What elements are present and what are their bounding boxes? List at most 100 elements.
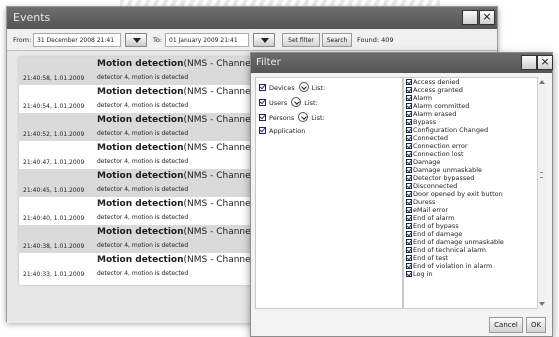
- event-description: detector 4, motion is detected: [97, 130, 189, 137]
- alarm-checkbox[interactable]: [406, 135, 412, 141]
- scroll-up-icon[interactable]: [539, 79, 545, 85]
- category-users[interactable]: Users List:: [259, 97, 318, 109]
- alarm-label: Configuration Changed: [413, 126, 489, 134]
- alarm-checkbox[interactable]: [406, 247, 412, 253]
- alarm-checkbox[interactable]: [406, 143, 412, 149]
- event-title: Motion detection: [97, 143, 184, 153]
- cancel-button[interactable]: Cancel: [489, 317, 523, 333]
- alarm-checkbox[interactable]: [406, 151, 412, 157]
- ok-button[interactable]: OK: [526, 317, 546, 333]
- application-checkbox[interactable]: [259, 127, 266, 134]
- category-persons[interactable]: Persons List:: [259, 112, 325, 124]
- category-devices[interactable]: Devices List:: [259, 82, 325, 94]
- alarm-label: eMail error: [413, 206, 449, 214]
- alarm-checkbox[interactable]: [406, 199, 412, 205]
- alarm-checkbox[interactable]: [406, 223, 412, 229]
- list-label: List:: [304, 99, 318, 107]
- event-row[interactable]: Motion detection(NMS - Channel 2) 21:40:…: [19, 113, 265, 141]
- alarm-checkbox[interactable]: [406, 103, 412, 109]
- event-row[interactable]: Motion detection(NMS - Channel 2) 21:40:…: [19, 169, 265, 197]
- alarm-label: Detector bypassed: [413, 174, 475, 182]
- from-dropdown-button[interactable]: [125, 33, 147, 47]
- events-list: Motion detection(NMS - Channel 2) 21:40:…: [19, 57, 265, 285]
- to-date-field[interactable]: 01 January 2009 21:41: [165, 33, 249, 47]
- events-title-bar: Events ×: [7, 7, 497, 29]
- to-label: To:: [153, 36, 163, 44]
- set-filter-button[interactable]: Set filter: [282, 33, 320, 47]
- alarm-checkbox[interactable]: [406, 183, 412, 189]
- event-time: 21:40:47, 1.01.2009: [23, 159, 85, 166]
- alarm-label: Access granted: [413, 86, 463, 94]
- event-row[interactable]: Motion detection(NMS - Channel 1) 21:40:…: [19, 197, 265, 225]
- alarm-checkbox[interactable]: [406, 271, 412, 277]
- devices-checkbox[interactable]: [259, 84, 266, 91]
- to-dropdown-button[interactable]: [253, 33, 275, 47]
- chevron-down-icon[interactable]: [291, 97, 302, 107]
- alarm-checkbox[interactable]: [406, 111, 412, 117]
- filter-close-button[interactable]: ×: [537, 55, 553, 70]
- alarm-checkbox[interactable]: [406, 215, 412, 221]
- alarm-label: Alarm committed: [413, 102, 470, 110]
- alarm-label: Damage unmaskable: [413, 166, 482, 174]
- alarm-label: Connected: [413, 134, 449, 142]
- event-row[interactable]: Motion detection(NMS - Channel 2) 21:40:…: [19, 225, 265, 253]
- search-button[interactable]: Search: [322, 33, 352, 47]
- close-button[interactable]: ×: [479, 10, 495, 25]
- alarm-item[interactable]: Log in: [406, 271, 433, 279]
- event-title: Motion detection: [97, 255, 184, 265]
- alarm-checkbox[interactable]: [406, 255, 412, 261]
- alarm-checkbox[interactable]: [406, 87, 412, 93]
- filter-minimize-button[interactable]: [521, 55, 537, 70]
- alarm-label: Access denied: [413, 78, 460, 86]
- alarm-checkbox[interactable]: [406, 191, 412, 197]
- alarm-label: Damage: [413, 158, 441, 166]
- event-row[interactable]: Motion detection(NMS - Channel 1) 21:40:…: [19, 85, 265, 113]
- alarm-type-list: Access denied Access granted Alarm Alarm…: [403, 77, 545, 309]
- alarm-label: End of test: [413, 254, 449, 262]
- list-label: List:: [311, 84, 326, 92]
- alarm-list-scrollbar[interactable]: [537, 77, 545, 309]
- from-date-field[interactable]: 31 December 2008 21:41: [33, 33, 121, 47]
- alarm-label: End of bypass: [413, 222, 459, 230]
- event-row[interactable]: Motion detection(NMS - Channel 2) 21:40:…: [19, 57, 265, 85]
- alarm-checkbox[interactable]: [406, 95, 412, 101]
- found-count: Found: 409: [357, 36, 394, 44]
- alarm-label: End of technical alarm: [413, 246, 487, 254]
- alarm-checkbox[interactable]: [406, 175, 412, 181]
- chevron-down-icon[interactable]: [298, 112, 309, 122]
- event-description: detector 4, motion is detected: [97, 214, 189, 221]
- chevron-down-icon[interactable]: [298, 82, 309, 92]
- category-panel: Devices List: Users List: Persons List: App…: [255, 77, 403, 309]
- scroll-down-icon[interactable]: [539, 301, 545, 307]
- event-description: detector 4, motion is detected: [97, 102, 189, 109]
- event-time: 21:40:38, 1.01.2009: [23, 243, 85, 250]
- minimize-button[interactable]: [462, 10, 478, 25]
- filter-title-bar: Filter ×: [251, 53, 553, 73]
- alarm-checkbox[interactable]: [406, 263, 412, 269]
- alarm-checkbox[interactable]: [406, 127, 412, 133]
- scroll-thumb[interactable]: [540, 172, 543, 178]
- event-description: detector 4, motion is detected: [97, 270, 189, 277]
- category-application[interactable]: Application: [259, 127, 305, 139]
- filter-title: Filter: [256, 57, 281, 68]
- category-label: Application: [269, 127, 306, 135]
- alarm-checkbox[interactable]: [406, 79, 412, 85]
- event-title: Motion detection: [97, 227, 184, 237]
- persons-checkbox[interactable]: [259, 114, 266, 121]
- alarm-label: Duress: [413, 198, 436, 206]
- alarm-checkbox[interactable]: [406, 231, 412, 237]
- users-checkbox[interactable]: [259, 99, 266, 106]
- alarm-checkbox[interactable]: [406, 167, 412, 173]
- alarm-checkbox[interactable]: [406, 119, 412, 125]
- alarm-checkbox[interactable]: [406, 159, 412, 165]
- alarm-checkbox[interactable]: [406, 239, 412, 245]
- event-time: 21:40:58, 1.01.2009: [23, 75, 85, 82]
- event-title: Motion detection: [97, 87, 184, 97]
- event-title: Motion detection: [97, 199, 184, 209]
- alarm-checkbox[interactable]: [406, 207, 412, 213]
- event-time: 21:40:33, 1.01.2009: [23, 271, 85, 278]
- event-row[interactable]: Motion detection(NMS - Channel 1) 21:40:…: [19, 253, 265, 281]
- event-row[interactable]: Motion detection(NMS - Channel 1) 21:40:…: [19, 141, 265, 169]
- alarm-label: Alarm: [413, 94, 433, 102]
- alarm-label: Door opened by exit button: [413, 190, 503, 198]
